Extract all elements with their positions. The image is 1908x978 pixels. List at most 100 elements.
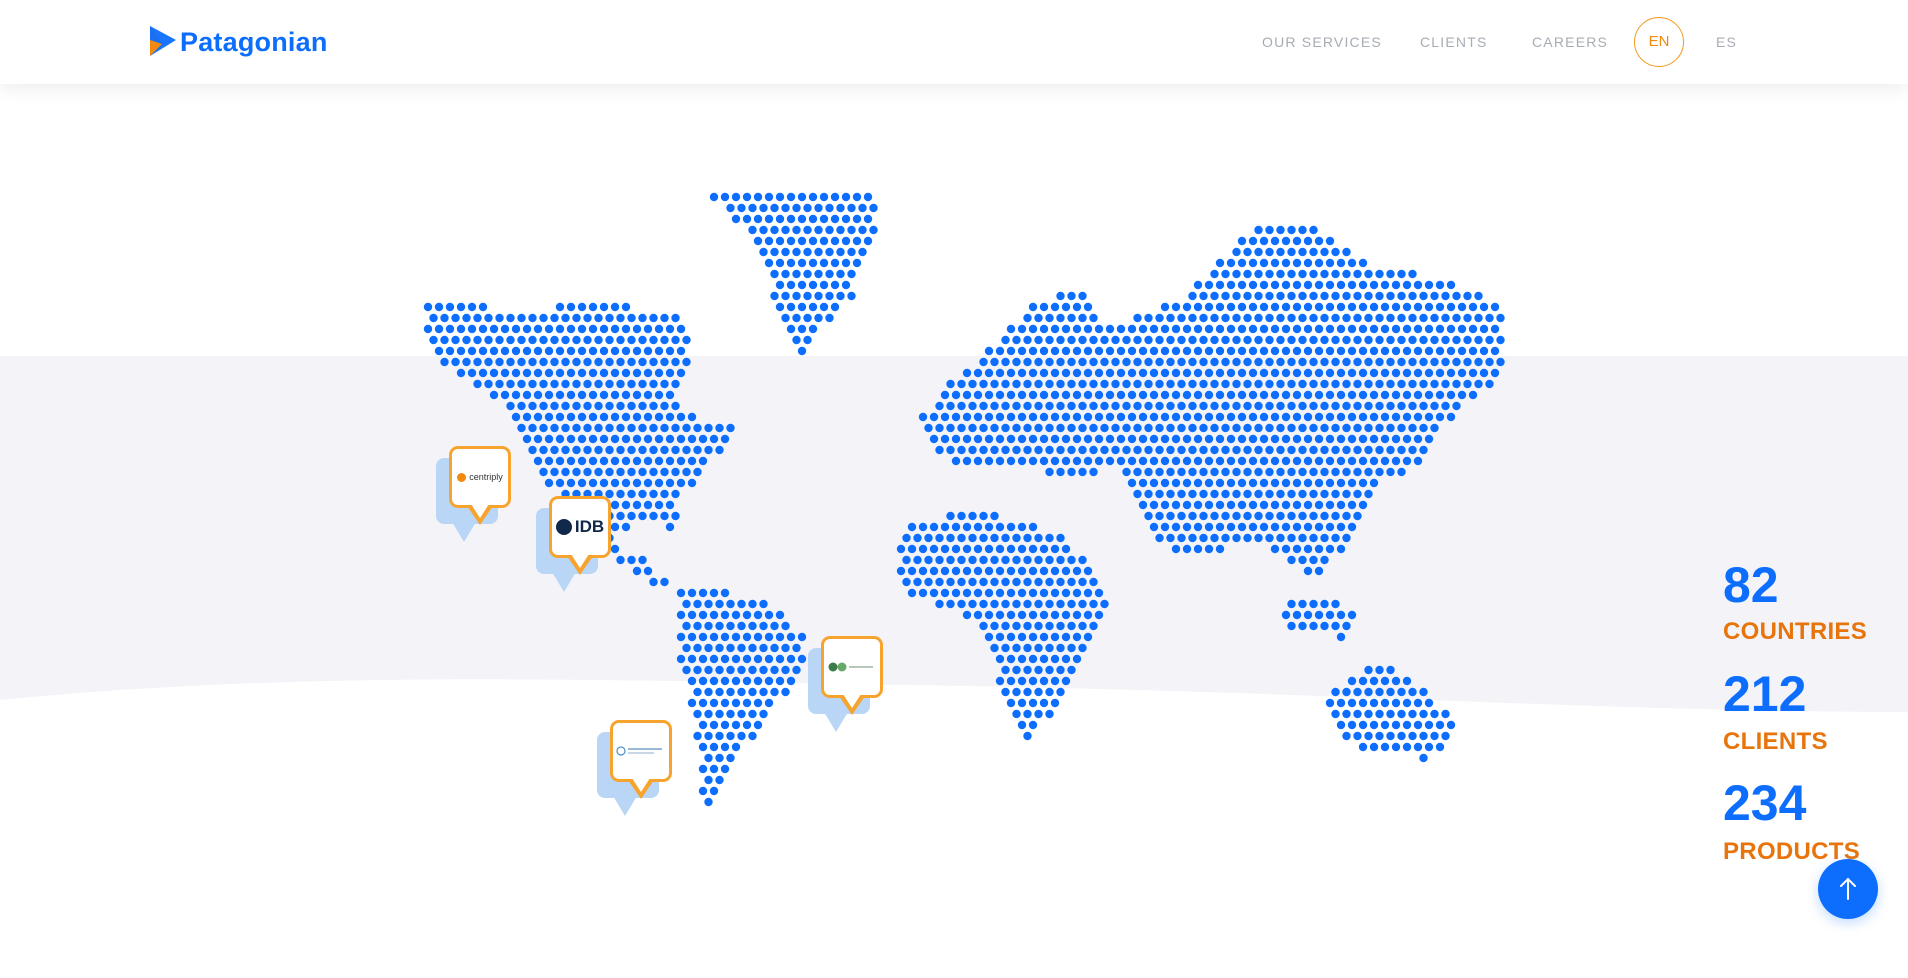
map-dot bbox=[786, 236, 796, 246]
client-pin-centriply[interactable]: centriply bbox=[436, 446, 526, 552]
map-dot bbox=[1375, 379, 1384, 389]
map-dot bbox=[1254, 445, 1263, 455]
map-dot bbox=[1419, 731, 1428, 741]
map-dot bbox=[1369, 478, 1379, 488]
map-dot bbox=[484, 335, 493, 345]
language-es-button[interactable]: ES bbox=[1716, 17, 1737, 67]
map-dot bbox=[693, 467, 702, 477]
map-dot bbox=[1221, 533, 1230, 543]
map-dot bbox=[1083, 566, 1093, 576]
map-dot bbox=[825, 313, 834, 323]
map-dot bbox=[1221, 445, 1230, 455]
map-dot bbox=[1204, 302, 1214, 312]
map-dot bbox=[995, 522, 1005, 532]
map-dot bbox=[1056, 379, 1065, 389]
map-dot bbox=[1116, 456, 1126, 466]
map-dot bbox=[935, 599, 944, 609]
map-dot bbox=[638, 335, 647, 345]
map-dot bbox=[946, 555, 955, 565]
map-dot bbox=[1050, 390, 1060, 400]
map-dot bbox=[1012, 401, 1021, 411]
client-pin-africa[interactable] bbox=[808, 636, 898, 742]
map-dot bbox=[1353, 401, 1362, 411]
map-dot bbox=[1309, 423, 1318, 433]
stat-products-value: 234 bbox=[1723, 775, 1807, 831]
map-dot bbox=[704, 445, 713, 455]
map-dot bbox=[616, 445, 625, 455]
scroll-to-top-button[interactable] bbox=[1818, 859, 1878, 919]
map-dot bbox=[1430, 335, 1439, 345]
map-dot bbox=[984, 566, 994, 576]
client-pin-south-america[interactable] bbox=[597, 720, 687, 826]
map-dot bbox=[1254, 247, 1263, 257]
map-dot bbox=[1309, 247, 1318, 257]
brand-logo[interactable]: Patagonian bbox=[150, 24, 328, 60]
map-dot bbox=[1276, 247, 1285, 257]
map-dot bbox=[1287, 533, 1296, 543]
map-dot bbox=[528, 423, 537, 433]
nav-clients[interactable]: CLIENTS bbox=[1420, 17, 1488, 67]
map-dot bbox=[968, 379, 977, 389]
map-dot bbox=[484, 313, 493, 323]
map-dot bbox=[863, 236, 873, 246]
map-dot bbox=[632, 500, 642, 510]
map-dot bbox=[847, 269, 856, 279]
nav-our-services[interactable]: OUR SERVICES bbox=[1262, 17, 1382, 67]
map-dot bbox=[1353, 445, 1362, 455]
map-dot bbox=[753, 632, 763, 642]
map-dot bbox=[654, 324, 664, 334]
map-dot bbox=[1336, 324, 1346, 334]
map-dot bbox=[1083, 368, 1093, 378]
map-dot bbox=[786, 676, 796, 686]
map-dot bbox=[1012, 379, 1021, 389]
map-dot bbox=[753, 720, 763, 730]
map-dot bbox=[704, 709, 713, 719]
map-dot bbox=[1210, 335, 1219, 345]
map-dot bbox=[792, 313, 801, 323]
map-dot bbox=[1001, 577, 1010, 587]
map-dot bbox=[1298, 467, 1307, 477]
map-dot bbox=[1380, 720, 1390, 730]
map-dot bbox=[1402, 720, 1412, 730]
map-dot bbox=[1204, 280, 1214, 290]
map-dot bbox=[1210, 291, 1219, 301]
nav-careers[interactable]: CAREERS bbox=[1532, 17, 1608, 67]
map-dot bbox=[1072, 654, 1082, 664]
map-dot bbox=[957, 533, 966, 543]
map-dot bbox=[731, 632, 741, 642]
map-dot bbox=[1050, 412, 1060, 422]
map-dot bbox=[1067, 379, 1076, 389]
map-dot bbox=[1210, 445, 1219, 455]
map-dot bbox=[1380, 456, 1390, 466]
map-dot bbox=[638, 313, 647, 323]
map-dot bbox=[1045, 467, 1054, 477]
language-en-button[interactable]: EN bbox=[1634, 17, 1684, 67]
map-dot bbox=[929, 434, 939, 444]
map-dot bbox=[753, 610, 763, 620]
map-dot bbox=[990, 445, 999, 455]
arrow-up-icon bbox=[1840, 877, 1856, 900]
map-dot bbox=[1287, 489, 1296, 499]
map-dot bbox=[1232, 291, 1241, 301]
map-dot bbox=[1331, 599, 1340, 609]
map-dot bbox=[583, 379, 592, 389]
map-dot bbox=[1353, 357, 1362, 367]
map-dot bbox=[1248, 412, 1258, 422]
map-dot bbox=[786, 324, 796, 334]
map-dot bbox=[1413, 720, 1423, 730]
map-dot bbox=[770, 665, 779, 675]
map-dot bbox=[1012, 533, 1021, 543]
map-dot bbox=[781, 665, 790, 675]
client-pin-idb[interactable]: IDB bbox=[536, 496, 626, 602]
map-dot bbox=[990, 599, 999, 609]
map-dot bbox=[1149, 368, 1159, 378]
map-dot bbox=[742, 698, 752, 708]
map-dot bbox=[1452, 313, 1461, 323]
map-dot bbox=[1303, 544, 1313, 554]
map-dot bbox=[610, 478, 620, 488]
map-dot bbox=[522, 412, 532, 422]
map-dot bbox=[1193, 544, 1203, 554]
map-dot bbox=[1397, 335, 1406, 345]
map-dot bbox=[715, 753, 724, 763]
map-dot bbox=[1254, 269, 1263, 279]
